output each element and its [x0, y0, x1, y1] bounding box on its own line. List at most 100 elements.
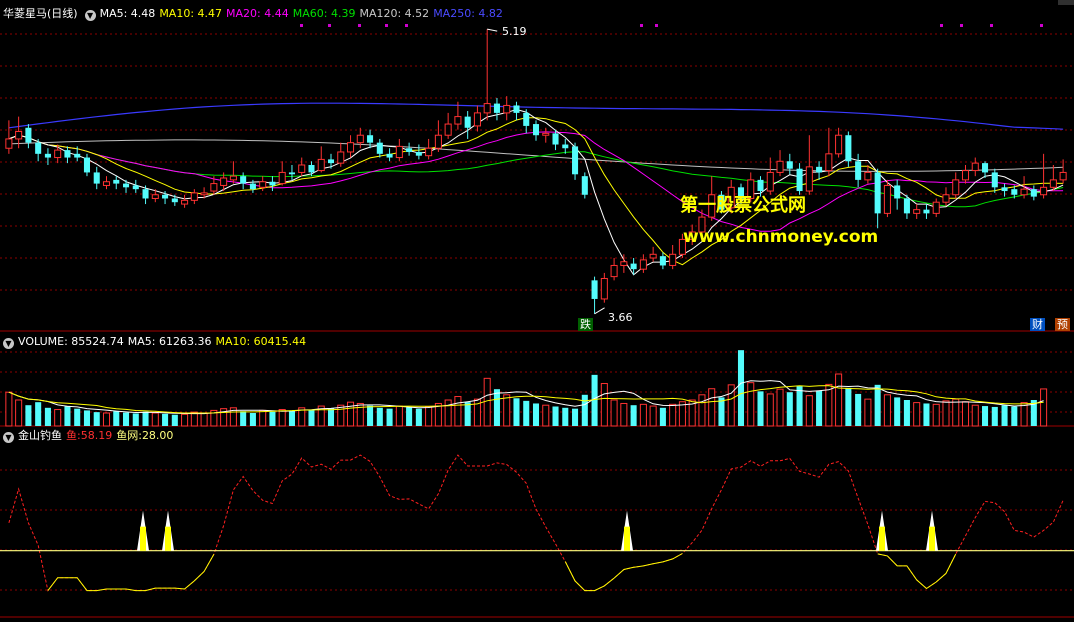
volume-title: VOLUME: 85524.74	[18, 335, 124, 348]
candle-down	[659, 256, 666, 266]
volume-bar-up	[102, 412, 111, 427]
event-dot	[640, 24, 643, 27]
volume-bar-down	[406, 407, 413, 426]
volume-bar-up	[181, 413, 189, 427]
dropdown-icon[interactable]: ▼	[84, 10, 96, 21]
finance-badge[interactable]: 财	[1030, 318, 1045, 331]
volume-bar-down	[64, 406, 71, 426]
volume-bar-down	[982, 406, 989, 426]
volume-bar-down	[464, 402, 471, 426]
candle-up	[483, 103, 491, 114]
event-dot	[940, 24, 943, 27]
volume-bar-up	[454, 396, 462, 427]
volume-bar-up	[971, 404, 979, 427]
volume-bar-down	[171, 414, 178, 426]
ma60-legend: MA60: 4.39	[292, 7, 356, 20]
volume-bar-up	[259, 409, 267, 427]
candle-down	[386, 153, 393, 158]
candle-up	[610, 264, 618, 278]
dropdown-icon[interactable]: ▼	[3, 338, 14, 349]
event-dot	[655, 24, 658, 27]
candle-down	[376, 142, 383, 154]
volume-bar-down	[786, 392, 793, 426]
volume-bar-up	[600, 383, 608, 427]
candle-up	[200, 192, 208, 196]
candle-up	[444, 123, 452, 136]
volume-bar-down	[845, 387, 852, 426]
volume-bar-down	[327, 408, 335, 426]
candle-up	[825, 153, 833, 172]
volume-bar-up	[5, 391, 13, 427]
fall-badge[interactable]: 跌	[578, 318, 593, 331]
candle-down	[113, 179, 120, 184]
candle-down	[513, 105, 520, 113]
ma120-line	[8, 139, 1064, 172]
candle-up	[181, 199, 189, 205]
candle-down	[288, 172, 295, 175]
volume-bar-up	[805, 395, 813, 427]
volume-bar-up	[913, 402, 921, 427]
ma120-legend: MA120: 4.52	[359, 7, 430, 20]
volume-bar-down	[386, 408, 393, 426]
candle-down	[74, 153, 81, 158]
volume-bar-up	[708, 388, 716, 427]
volume-bar-down	[288, 410, 295, 426]
candle-down	[367, 135, 374, 143]
candle-down	[464, 116, 471, 128]
candle-down	[93, 172, 100, 184]
event-dot	[990, 24, 993, 27]
candle-down	[132, 185, 139, 190]
candle-up	[639, 259, 647, 270]
candle-down	[1030, 189, 1037, 197]
candle-down	[591, 280, 598, 299]
candle-up	[883, 184, 891, 214]
event-dot	[1040, 24, 1043, 27]
candle-down	[874, 172, 881, 214]
stock-title: 华菱星马(日线)	[3, 7, 78, 20]
fish-low-segment	[564, 553, 683, 592]
candle-down	[406, 148, 413, 152]
volume-bar-down	[816, 390, 823, 426]
volume-ma5-legend: MA5: 61263.36	[127, 335, 212, 348]
candle-up	[395, 145, 403, 159]
volume-bar-down	[991, 406, 998, 426]
volume-bar-up	[620, 402, 628, 427]
candle-down	[855, 161, 862, 180]
candle-down	[122, 183, 130, 188]
volume-bar-up	[15, 399, 23, 427]
candle-down	[25, 127, 32, 143]
signal-bar	[879, 526, 885, 551]
volume-bar-down	[874, 384, 881, 426]
candle-up	[425, 147, 433, 157]
fish-low-segment	[877, 553, 957, 590]
indicator-title: 金山钓鱼	[18, 429, 62, 442]
volume-bar-up	[190, 411, 198, 427]
candle-down	[903, 198, 910, 214]
volume-bar-down	[44, 407, 51, 426]
volume-bar-up	[200, 412, 208, 427]
forecast-badge[interactable]: 预	[1055, 318, 1070, 331]
signal-bar	[624, 526, 630, 551]
dropdown-icon[interactable]: ▼	[3, 432, 14, 443]
candle-up	[971, 162, 979, 172]
volume-bar-down	[591, 374, 598, 426]
candle-down	[327, 159, 335, 164]
volume-bar-up	[932, 403, 940, 427]
volume-bar-down	[83, 410, 90, 426]
candle-up	[1059, 171, 1067, 181]
volume-bar-up	[425, 406, 433, 427]
candle-down	[796, 168, 803, 192]
candle-up	[952, 179, 960, 196]
candle-up	[259, 181, 267, 188]
volume-bar-up	[639, 403, 647, 427]
signal-bar	[140, 526, 146, 551]
volume-bar-up	[825, 383, 833, 427]
candle-up	[54, 149, 62, 159]
candle-down	[923, 209, 930, 214]
volume-bar-up	[747, 382, 755, 427]
volume-bar-down	[93, 412, 100, 426]
volume-bar-down	[532, 403, 540, 426]
volume-bar-down	[376, 407, 383, 426]
candle-up	[220, 177, 228, 186]
low-pointer	[594, 307, 605, 315]
